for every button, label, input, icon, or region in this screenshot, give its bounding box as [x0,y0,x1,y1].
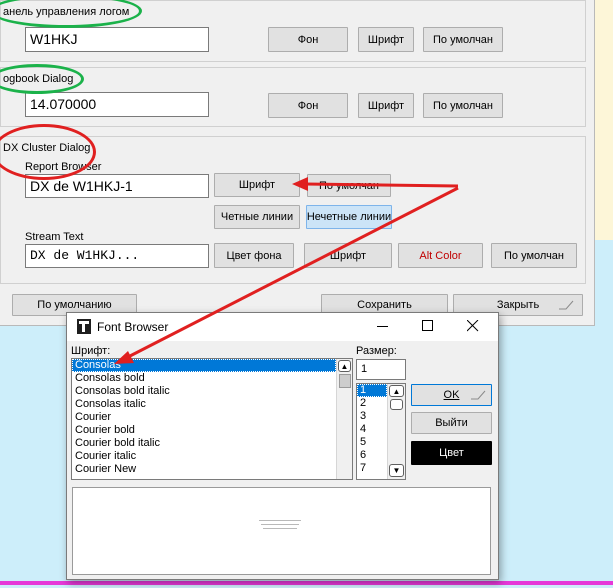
annotation-arrows [114,177,459,364]
